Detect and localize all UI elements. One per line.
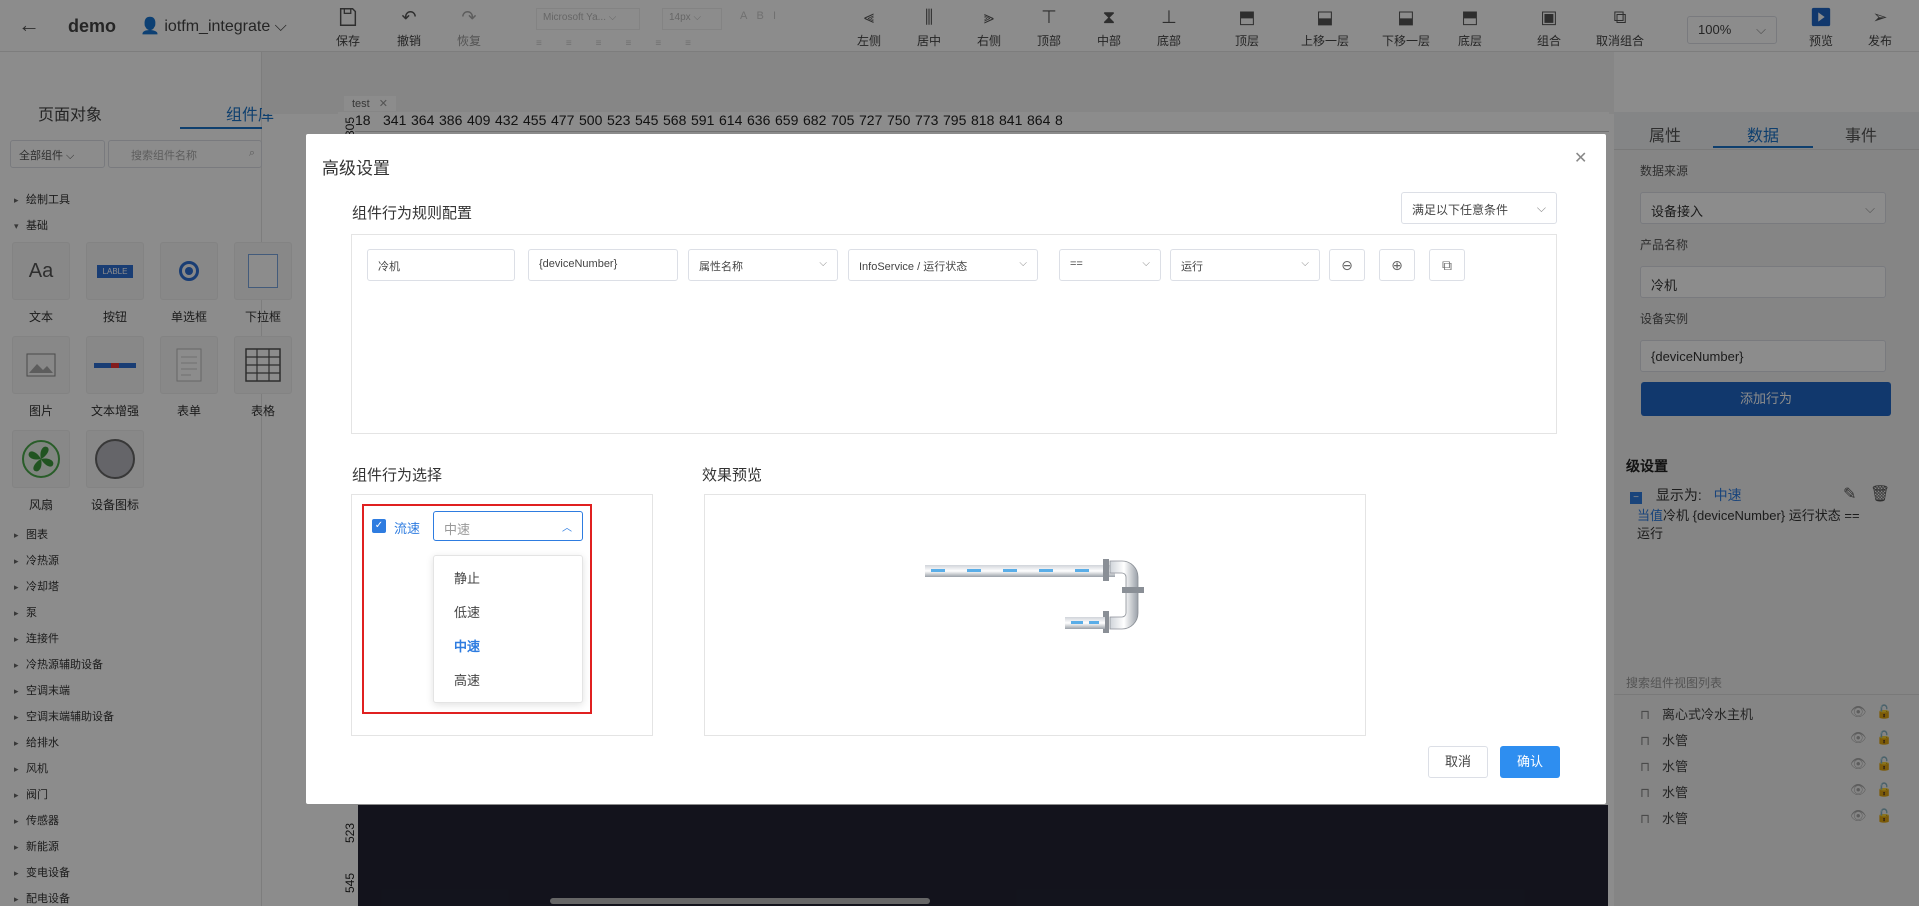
chevron-down-icon: ⌵: [1019, 258, 1027, 269]
cancel-button[interactable]: 取消: [1428, 746, 1488, 778]
plus-circle-icon: ⊕: [1391, 257, 1403, 273]
pipe-preview-image: [925, 559, 1144, 633]
chevron-down-icon: ⌵: [819, 258, 827, 269]
rule-attr-select[interactable]: InfoService / 运行状态 ⌵: [848, 249, 1038, 281]
rule-value-select[interactable]: 运行 ⌵: [1170, 249, 1320, 281]
chevron-down-icon: ⌵: [1536, 201, 1546, 215]
condition-select[interactable]: 满足以下任意条件 ⌵: [1401, 192, 1557, 224]
speed-option[interactable]: 高速: [434, 664, 582, 698]
speed-option[interactable]: 中速: [434, 630, 582, 664]
dialog-title: 高级设置: [322, 159, 390, 178]
rule-instance-input[interactable]: {deviceNumber}: [528, 249, 678, 281]
chevron-down-icon: ⌵: [1142, 258, 1150, 269]
preview-section-title: 效果预览: [702, 467, 763, 484]
speed-dropdown: 静止 低速 中速 高速: [433, 555, 583, 703]
speed-option[interactable]: 低速: [434, 596, 582, 630]
chevron-down-icon: ⌵: [1301, 258, 1309, 269]
remove-rule-button[interactable]: ⊖: [1329, 249, 1365, 281]
minus-circle-icon: ⊖: [1341, 257, 1353, 273]
rules-section-title: 组件行为规则配置: [352, 205, 473, 222]
flow-speed-label: 流速: [394, 521, 421, 536]
copy-rule-button[interactable]: ⧉: [1429, 249, 1465, 281]
close-icon[interactable]: ✕: [1574, 148, 1587, 168]
speed-option[interactable]: 静止: [434, 562, 582, 596]
advanced-settings-dialog: 高级设置 ✕ 组件行为规则配置 满足以下任意条件 ⌵ 冷机 {deviceNumb…: [306, 134, 1606, 804]
chevron-up-icon: ︿: [562, 523, 572, 534]
speed-select[interactable]: 中速 ︿: [433, 511, 583, 541]
add-rule-button[interactable]: ⊕: [1379, 249, 1415, 281]
behavior-section-title: 组件行为选择: [352, 467, 443, 484]
rule-product-input[interactable]: 冷机: [367, 249, 515, 281]
preview-box: [704, 494, 1366, 736]
flow-speed-checkbox[interactable]: ✓: [372, 519, 386, 533]
copy-icon: ⧉: [1442, 257, 1452, 273]
rule-attr-type-select[interactable]: 属性名称 ⌵: [688, 249, 838, 281]
rule-operator-select[interactable]: == ⌵: [1059, 249, 1161, 281]
confirm-button[interactable]: 确认: [1500, 746, 1560, 778]
